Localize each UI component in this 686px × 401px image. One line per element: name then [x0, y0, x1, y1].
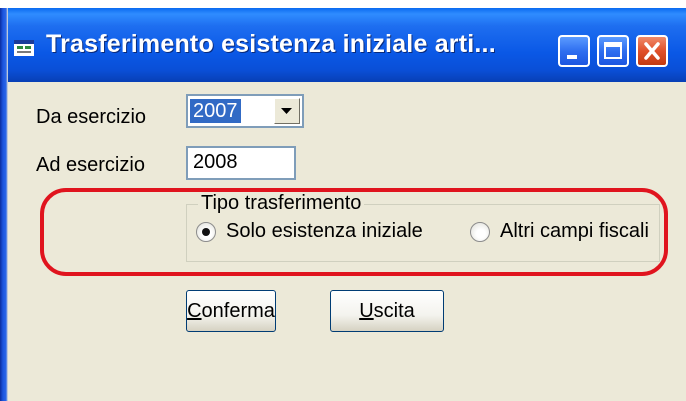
radio-solo-esistenza[interactable]: Solo esistenza iniziale — [196, 220, 423, 243]
radio-altri-campi[interactable]: Altri campi fiscali — [470, 220, 649, 243]
uscita-mnemonic: U — [359, 299, 374, 322]
minimize-icon — [567, 55, 577, 59]
title-bar[interactable]: Trasferimento esistenza iniziale arti... — [0, 8, 686, 82]
combo-dropdown-button[interactable] — [274, 98, 300, 124]
conferma-label: onferma — [201, 299, 275, 322]
radio-button-unchecked[interactable] — [470, 221, 490, 242]
chevron-down-icon — [281, 108, 292, 114]
da-esercizio-combo[interactable]: 2007 — [186, 94, 304, 128]
da-esercizio-label: Da esercizio — [36, 106, 147, 128]
window-border-left — [0, 8, 8, 401]
tipo-trasferimento-legend: Tipo trasferimento — [198, 192, 365, 215]
ad-esercizio-label: Ad esercizio — [36, 154, 145, 176]
radio-label: Solo esistenza iniziale — [226, 220, 423, 242]
app-window-icon — [14, 40, 34, 56]
radio-label: Altri campi fiscali — [500, 220, 649, 242]
da-esercizio-value[interactable]: 2007 — [190, 99, 241, 123]
uscita-button[interactable]: Uscita — [330, 290, 444, 332]
minimize-button[interactable] — [558, 35, 590, 67]
window-title: Trasferimento esistenza iniziale arti... — [46, 30, 496, 58]
ad-esercizio-field[interactable]: 2008 — [186, 146, 296, 180]
maximize-icon — [604, 42, 622, 59]
conferma-mnemonic: C — [187, 299, 202, 322]
close-button[interactable] — [636, 35, 668, 67]
maximize-button[interactable] — [597, 35, 629, 67]
close-icon — [644, 42, 660, 60]
dialog-window: Trasferimento esistenza iniziale arti...… — [0, 8, 686, 401]
conferma-button[interactable]: Conferma — [186, 290, 276, 332]
radio-button-checked[interactable] — [196, 221, 216, 242]
uscita-label: scita — [373, 299, 415, 322]
